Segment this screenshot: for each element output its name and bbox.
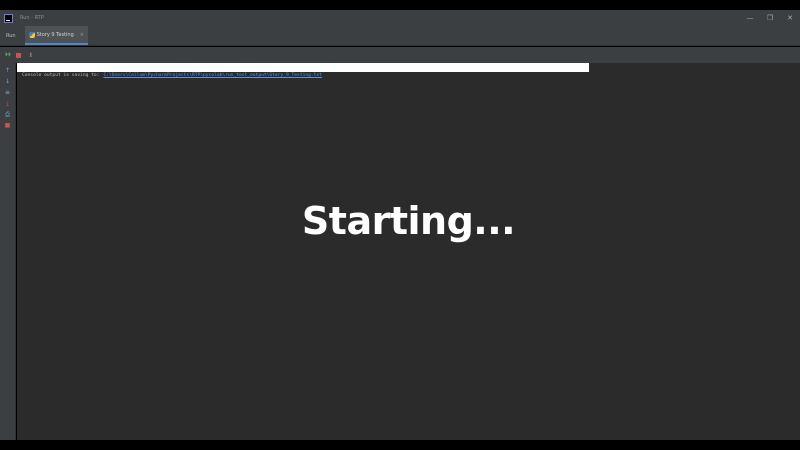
scroll-to-end-icon[interactable]: ⤓ <box>4 100 12 108</box>
output-file-link[interactable]: C:\Users\Callum\PycharmProjects\RTP\pyco… <box>103 73 322 78</box>
tab-story-9-testing[interactable]: Story 9 Testing × <box>24 26 88 45</box>
run-toolbar: ⏵⏵ I <box>0 47 800 63</box>
progress-bar <box>17 63 589 72</box>
minimize-button[interactable]: — <box>740 10 760 26</box>
trash-icon[interactable]: ■ <box>4 122 12 130</box>
down-arrow-icon[interactable]: ↓ <box>4 78 12 86</box>
tab-label: Story 9 Testing <box>36 31 74 38</box>
console-output[interactable]: Console output is saving to: C:\Users\Cal… <box>17 63 800 440</box>
close-button[interactable]: ✕ <box>780 10 800 26</box>
up-arrow-icon[interactable]: ↑ <box>4 67 12 75</box>
letterbox-bottom <box>0 440 800 450</box>
app-logo-icon <box>4 13 13 23</box>
console-line: Console output is saving to: C:\Users\Cal… <box>22 73 322 78</box>
rerun-icon[interactable]: ⏵⏵ <box>3 51 13 59</box>
window-title: Run - RTP <box>20 15 44 21</box>
letterbox-top <box>0 0 800 10</box>
stop-icon[interactable] <box>16 52 21 58</box>
tab-close-icon[interactable]: × <box>80 32 84 38</box>
text-cursor: I <box>30 51 32 59</box>
maximize-button[interactable]: ❐ <box>760 10 780 26</box>
console-message: Console output is saving to: <box>22 73 100 78</box>
title-bar: Run - RTP — ❐ ✕ <box>0 10 800 26</box>
console-side-toolbar: ↑ ↓ ≡ ⤓ ⎙ ■ <box>0 63 16 440</box>
tool-window-title: Run <box>6 32 16 39</box>
soft-wrap-icon[interactable]: ≡ <box>4 89 12 97</box>
window-controls: — ❐ ✕ <box>740 10 800 26</box>
print-icon[interactable]: ⎙ <box>4 111 12 119</box>
run-tab-bar: Run Story 9 Testing × <box>0 26 800 46</box>
python-icon <box>28 31 35 38</box>
starting-overlay-text: Starting... <box>301 199 516 243</box>
